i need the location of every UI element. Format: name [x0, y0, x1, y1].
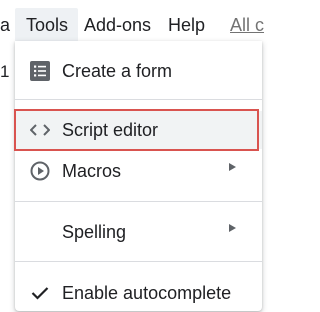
form-icon: [29, 60, 51, 82]
tools-dropdown-menu: Create a form Script editor Macros Spell…: [14, 41, 262, 312]
menu-divider: [15, 99, 262, 100]
menu-divider: [15, 201, 262, 202]
menu-help[interactable]: Help: [168, 14, 205, 36]
submenu-arrow-icon: [229, 163, 236, 171]
submenu-arrow-icon: [229, 224, 236, 232]
menu-item-label: Spelling: [62, 222, 127, 242]
menu-tools[interactable]: Tools: [15, 8, 78, 42]
menu-item-spelling[interactable]: Spelling: [15, 213, 262, 251]
highlight-box: [14, 109, 259, 151]
check-icon: [29, 282, 51, 304]
menu-item-label: Create a form: [62, 61, 173, 81]
all-changes-saved-link[interactable]: All c: [230, 14, 264, 36]
menu-item-create-a-form[interactable]: Create a form: [15, 52, 262, 90]
menu-item-macros[interactable]: Macros: [15, 152, 262, 190]
play-circle-icon: [29, 160, 51, 182]
menu-add-ons[interactable]: Add-ons: [84, 14, 151, 36]
menu-file-fragment[interactable]: a: [0, 14, 10, 36]
menu-tools-label: Tools: [25, 15, 69, 35]
menu-divider: [15, 261, 262, 262]
row-number-cell: 1: [0, 62, 10, 81]
menu-item-label: Enable autocomplete: [62, 283, 232, 303]
menu-item-enable-autocomplete[interactable]: Enable autocomplete: [15, 274, 262, 312]
menu-item-label: Macros: [62, 161, 122, 181]
